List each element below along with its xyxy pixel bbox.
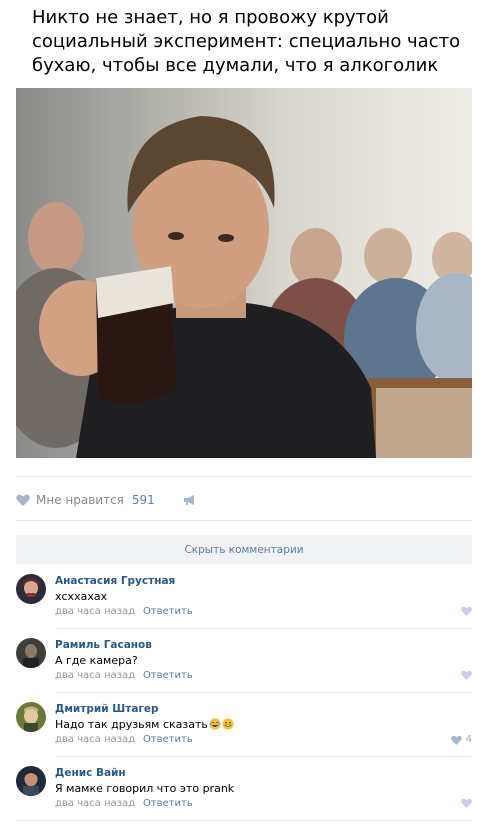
comment-author[interactable]: Денис Вайн <box>55 767 126 779</box>
heart-icon[interactable] <box>450 735 462 745</box>
comment-meta: два часа назад Ответить <box>55 798 193 809</box>
comment-author[interactable]: Рамиль Гасанов <box>55 639 152 651</box>
avatar[interactable] <box>16 702 46 732</box>
heart-icon[interactable] <box>461 670 472 680</box>
comment-like[interactable]: 4 <box>450 734 472 745</box>
comment-time[interactable]: два часа назад <box>55 798 135 809</box>
reply-button[interactable]: Ответить <box>143 670 193 681</box>
photo-illustration <box>16 116 472 458</box>
comment-text-row: Надо так друзьям сказать <box>55 718 234 731</box>
comment-time[interactable]: два часа назад <box>55 734 135 745</box>
comment-meta: два часа назад Ответить <box>55 734 193 745</box>
comment-text: Надо так друзьям сказать <box>55 718 208 731</box>
reply-button[interactable]: Ответить <box>143 606 193 617</box>
comment-time[interactable]: два часа назад <box>55 670 135 681</box>
comment-time[interactable]: два часа назад <box>55 606 135 617</box>
heart-icon[interactable] <box>461 606 472 616</box>
laughing-emoji <box>209 718 221 730</box>
comment-text: хсххахах <box>55 590 108 603</box>
comment-like[interactable] <box>461 606 472 616</box>
divider <box>55 692 472 693</box>
comment-meta: два часа назад Ответить <box>55 670 193 681</box>
avatar[interactable] <box>16 766 46 796</box>
divider <box>16 820 472 821</box>
megaphone-icon[interactable] <box>183 494 197 506</box>
divider <box>16 476 472 477</box>
divider <box>16 520 472 521</box>
comment-like-count[interactable]: 4 <box>466 734 472 745</box>
like-label[interactable]: Мне нравится <box>36 493 124 507</box>
hide-comments-button[interactable]: Скрыть комментарии <box>16 535 472 564</box>
heart-icon[interactable] <box>16 494 30 506</box>
comment-author[interactable]: Анастасия Грустная <box>55 575 175 587</box>
grinning-emoji <box>222 718 234 730</box>
comment-meta: два часа назад Ответить <box>55 606 193 617</box>
comment-like[interactable] <box>461 798 472 808</box>
divider <box>55 628 472 629</box>
heart-icon[interactable] <box>461 798 472 808</box>
post-photo[interactable] <box>16 88 472 458</box>
like-count[interactable]: 591 <box>132 493 155 507</box>
avatar[interactable] <box>16 574 46 604</box>
comment-author[interactable]: Дмитрий Штагер <box>55 703 159 715</box>
comment-text: Я мамке говорил что это prank <box>55 782 235 795</box>
like-bar[interactable]: Мне нравится 591 <box>16 490 197 510</box>
post-text: Никто не знает, но я провожу крутой соци… <box>32 7 461 76</box>
comment-like[interactable] <box>461 670 472 680</box>
divider <box>55 756 472 757</box>
reply-button[interactable]: Ответить <box>143 734 193 745</box>
comment-text: А где камера? <box>55 654 138 667</box>
avatar[interactable] <box>16 638 46 668</box>
reply-button[interactable]: Ответить <box>143 798 193 809</box>
